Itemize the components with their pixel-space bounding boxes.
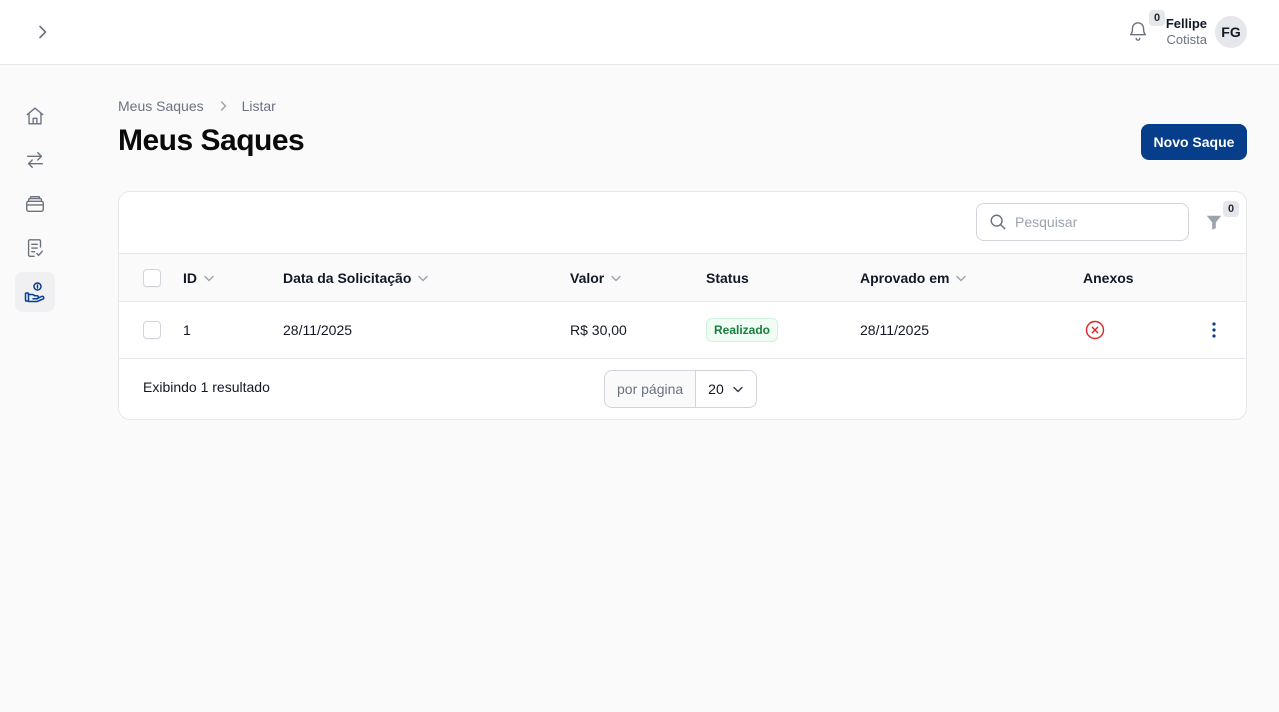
row-actions-button[interactable] — [1204, 318, 1224, 342]
document-check-icon — [27, 239, 44, 257]
column-header-approved[interactable]: Aprovado em — [860, 254, 967, 301]
chevron-right-icon — [39, 25, 47, 39]
chevron-right-icon — [217, 100, 229, 112]
new-withdrawal-button[interactable]: Novo Saque — [1141, 124, 1247, 160]
chevron-down-icon — [610, 272, 622, 284]
transfer-icon — [26, 151, 44, 169]
select-all-cell — [143, 254, 161, 301]
page-title: Meus Saques — [118, 124, 305, 157]
cell-attachments — [1085, 302, 1105, 358]
row-select-cell — [143, 302, 161, 358]
search-icon — [990, 214, 1006, 230]
chevron-down-icon — [955, 272, 967, 284]
breadcrumb-item-meus-saques[interactable]: Meus Saques — [118, 98, 204, 114]
per-page-control: por página 20 — [604, 370, 757, 408]
x-circle-icon — [1085, 320, 1105, 340]
user-name: Fellipe — [1165, 16, 1207, 31]
cell-value: R$ 30,00 — [570, 322, 627, 338]
column-header-id[interactable]: ID — [183, 254, 215, 301]
filter-button[interactable] — [1203, 211, 1225, 233]
filter-count-badge: 0 — [1223, 201, 1239, 217]
per-page-select[interactable]: 20 — [696, 371, 756, 407]
column-label-status: Status — [706, 269, 749, 286]
column-label-date: Data da Solicitação — [283, 269, 412, 286]
column-header-status: Status — [706, 254, 749, 301]
withdrawals-table-card: 0 ID Data da Solicitação Valor Status Ap… — [118, 191, 1247, 420]
row-actions-cell — [1204, 302, 1224, 358]
sidebar-expand-button[interactable] — [30, 20, 54, 44]
search-input[interactable] — [1015, 214, 1175, 230]
row-checkbox[interactable] — [143, 321, 161, 339]
top-bar: 0 Fellipe Cotista FG — [0, 0, 1279, 65]
status-badge: Realizado — [706, 318, 779, 342]
column-label-approved: Aprovado em — [860, 269, 950, 286]
breadcrumb-item-listar: Listar — [241, 98, 276, 114]
more-vertical-icon — [1212, 322, 1216, 338]
cell-status: Realizado — [706, 302, 779, 358]
wallet-icon — [26, 195, 44, 213]
cell-approved: 28/11/2025 — [860, 322, 930, 338]
avatar[interactable]: FG — [1215, 16, 1247, 48]
results-count: Exibindo 1 resultado — [143, 379, 270, 395]
per-page-label: por página — [605, 371, 697, 407]
bell-icon — [1129, 22, 1147, 41]
column-header-value[interactable]: Valor — [570, 254, 622, 301]
sidebar — [0, 65, 70, 712]
cell-id: 1 — [183, 322, 191, 338]
column-label-attachments: Anexos — [1083, 269, 1134, 286]
sidebar-item-transfers[interactable] — [15, 140, 55, 180]
notifications-count-badge: 0 — [1149, 10, 1165, 26]
table-row: 1 28/11/2025 R$ 30,00 Realizado 28/11/20… — [119, 302, 1246, 359]
search-box[interactable] — [976, 203, 1189, 241]
notifications-button[interactable] — [1127, 20, 1151, 44]
chevron-down-icon — [733, 386, 743, 393]
sidebar-item-withdrawals[interactable] — [15, 272, 55, 312]
column-label-value: Valor — [570, 269, 605, 286]
hand-money-icon — [24, 282, 45, 303]
per-page-value: 20 — [708, 381, 724, 397]
select-all-checkbox[interactable] — [143, 268, 161, 287]
home-icon — [26, 107, 44, 125]
column-header-date[interactable]: Data da Solicitação — [283, 254, 429, 301]
chevron-down-icon — [417, 272, 429, 284]
sidebar-item-documents[interactable] — [15, 228, 55, 268]
sidebar-item-home[interactable] — [15, 96, 55, 136]
filter-icon — [1206, 215, 1222, 230]
table-header: ID Data da Solicitação Valor Status Apro… — [119, 253, 1246, 302]
cell-date: 28/11/2025 — [283, 322, 353, 338]
column-header-attachments: Anexos — [1083, 254, 1134, 301]
breadcrumb: Meus Saques Listar — [118, 97, 276, 115]
chevron-down-icon — [203, 272, 215, 284]
user-role: Cotista — [1166, 32, 1207, 47]
sidebar-item-wallet[interactable] — [15, 184, 55, 224]
column-label-id: ID — [183, 269, 197, 286]
